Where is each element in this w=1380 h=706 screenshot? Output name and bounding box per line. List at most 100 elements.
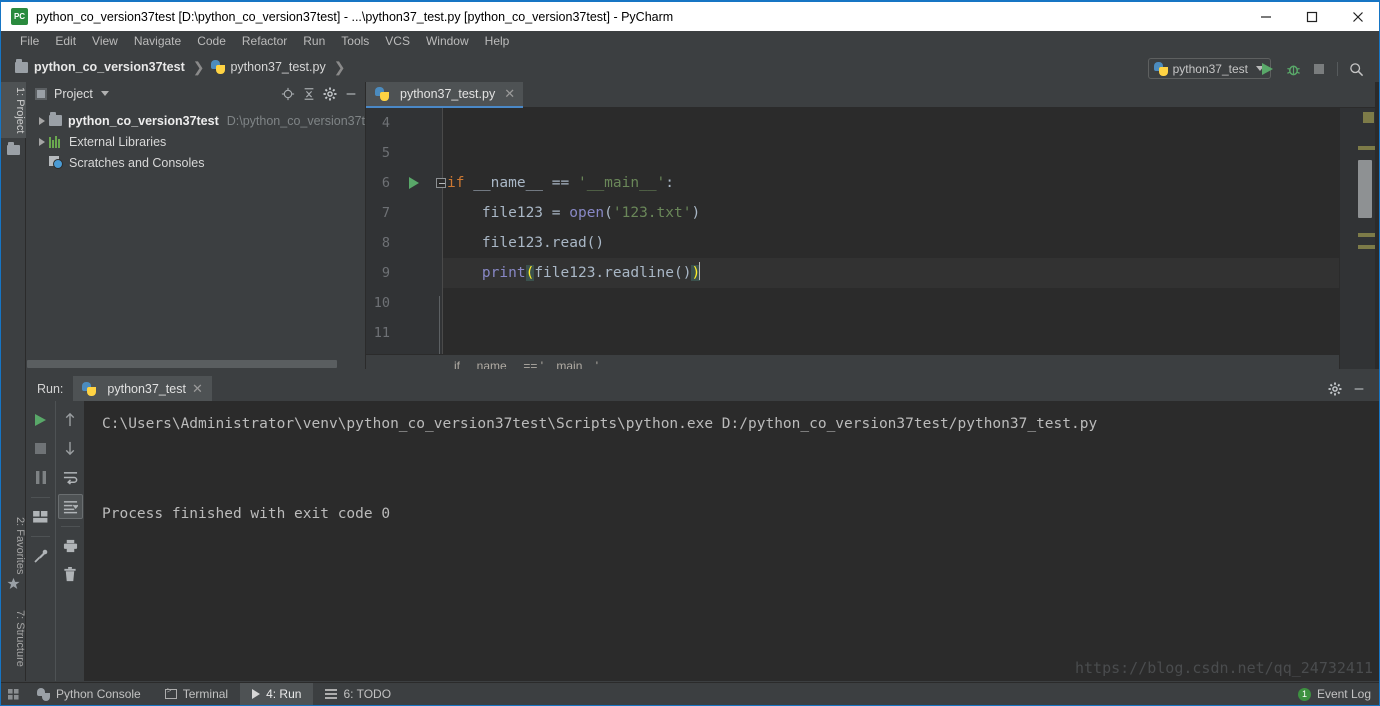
pin-tab-button[interactable]: [28, 543, 53, 568]
code-line[interactable]: [443, 318, 1339, 348]
status-item-run[interactable]: 4: Run: [240, 682, 314, 705]
run-configuration-selector[interactable]: python37_test: [1147, 58, 1271, 79]
breadcrumb-project[interactable]: python_co_version37test: [15, 58, 185, 74]
gutter-run-button[interactable]: [406, 168, 422, 198]
toolbar-separator-2: [31, 536, 50, 537]
python-icon: [37, 687, 50, 701]
menu-item-view[interactable]: View: [84, 31, 126, 52]
editor-marker-bar[interactable]: [1339, 108, 1379, 376]
sidebar-tab-project[interactable]: 1: Project: [1, 82, 26, 139]
close-icon[interactable]: [1335, 2, 1379, 31]
warning-summary-icon[interactable]: [1363, 112, 1374, 123]
menu-item-navigate[interactable]: Navigate: [126, 31, 189, 52]
arrow-up-icon: [65, 412, 75, 427]
console-result-line: Process finished with exit code 0: [102, 506, 391, 522]
grid-icon: [7, 688, 19, 700]
breadcrumb-file[interactable]: python37_test.py: [211, 60, 326, 74]
sidebar-tab-favorites[interactable]: 2: Favorites: [1, 512, 26, 579]
minimize-icon[interactable]: [1243, 2, 1289, 31]
expand-arrow-icon[interactable]: [35, 137, 49, 146]
menu-item-edit[interactable]: Edit: [47, 31, 84, 52]
print-button[interactable]: [58, 533, 83, 558]
sidebar-tab-structure[interactable]: 7: Structure: [1, 605, 26, 672]
code-line[interactable]: print(file123.readline()): [443, 258, 1339, 288]
prev-occurrence-button[interactable]: [58, 407, 83, 432]
menu-item-file[interactable]: File: [12, 31, 47, 52]
line-number: 11: [373, 325, 390, 341]
project-horizontal-scrollbar[interactable]: [26, 358, 366, 369]
code-line[interactable]: file123 = open('123.txt'): [443, 198, 1339, 228]
status-bar-toggle-icon[interactable]: [1, 688, 25, 700]
chevron-down-icon[interactable]: [100, 91, 109, 96]
scroll-from-source-button[interactable]: [278, 84, 297, 103]
event-log-label[interactable]: Event Log: [1317, 687, 1371, 701]
editor-scrollbar-thumb[interactable]: [1358, 160, 1372, 218]
warning-marker[interactable]: [1358, 146, 1375, 150]
menu-item-code[interactable]: Code: [189, 31, 234, 52]
warning-marker[interactable]: [1358, 245, 1375, 249]
code-token: (: [604, 205, 613, 221]
search-everywhere-button[interactable]: [1343, 58, 1369, 80]
debug-button[interactable]: [1280, 58, 1306, 80]
stop-button[interactable]: [1306, 58, 1332, 80]
code-line[interactable]: if __name__ == '__main__':: [443, 168, 1339, 198]
run-toolbar-left: [26, 401, 55, 681]
editor-gutter[interactable]: 4 5 6 7 8 9 10 11: [366, 108, 446, 354]
rerun-button[interactable]: [28, 407, 53, 432]
code-token: (: [525, 265, 535, 281]
settings-button[interactable]: [320, 84, 339, 103]
layout-button[interactable]: [28, 504, 53, 529]
menu-item-help[interactable]: Help: [477, 31, 518, 52]
pause-button[interactable]: [28, 465, 53, 490]
run-settings-button[interactable]: [1323, 377, 1347, 401]
menu-item-run[interactable]: Run: [295, 31, 333, 52]
code-lines[interactable]: if __name__ == '__main__': file123 = ope…: [443, 108, 1339, 354]
scroll-to-end-button[interactable]: [57, 494, 83, 519]
menu-item-vcs[interactable]: VCS: [377, 31, 418, 52]
line-number: 8: [381, 235, 390, 251]
status-bar-right: 1 Event Log: [1297, 687, 1379, 701]
code-line[interactable]: [443, 138, 1339, 168]
tree-label-external-libraries: External Libraries: [69, 134, 167, 149]
toolbar-separator: [31, 497, 50, 498]
close-icon[interactable]: ✕: [192, 381, 203, 397]
stop-button[interactable]: [28, 436, 53, 461]
expand-arrow-icon[interactable]: [35, 116, 49, 125]
status-item-terminal[interactable]: Terminal: [153, 683, 240, 706]
next-occurrence-button[interactable]: [58, 436, 83, 461]
tree-row-external-libraries[interactable]: External Libraries: [26, 131, 366, 152]
window-title: python_co_version37test [D:\python_co_ve…: [36, 9, 674, 24]
run-console-output[interactable]: C:\Users\Administrator\venv\python_co_ve…: [84, 401, 1379, 681]
hide-panel-button[interactable]: [341, 84, 360, 103]
status-item-todo[interactable]: 6: TODO: [313, 683, 403, 706]
code-line[interactable]: [443, 288, 1339, 318]
clear-all-button[interactable]: [58, 562, 83, 587]
tree-row-scratches[interactable]: Scratches and Consoles: [26, 152, 366, 173]
code-line[interactable]: [443, 108, 1339, 138]
sidebar-tab-structure-label: 7: Structure: [14, 610, 26, 667]
status-item-python-console[interactable]: Python Console: [25, 683, 153, 706]
gear-icon: [323, 87, 336, 100]
menu-item-tools[interactable]: Tools: [333, 31, 377, 52]
search-icon: [1349, 62, 1363, 76]
menu-item-refactor[interactable]: Refactor: [234, 31, 295, 52]
soft-wrap-button[interactable]: [58, 465, 83, 490]
code-editor[interactable]: 4 5 6 7 8 9 10 11 if __name__ == '__main__': fi…: [366, 108, 1339, 354]
code-token: __name__: [473, 175, 552, 191]
editor-tab-python37-test[interactable]: python37_test.py ✕: [366, 82, 524, 108]
run-tab-python37-test[interactable]: python37_test ✕: [73, 376, 212, 401]
menu-item-window[interactable]: Window: [418, 31, 477, 52]
run-button[interactable]: [1254, 58, 1280, 80]
horizontal-splitter[interactable]: [26, 369, 1379, 376]
collapse-all-button[interactable]: [299, 84, 318, 103]
hide-run-panel-button[interactable]: [1347, 377, 1371, 401]
play-icon: [35, 413, 46, 426]
maximize-icon[interactable]: [1289, 2, 1335, 31]
close-icon[interactable]: ✕: [504, 86, 515, 102]
code-line[interactable]: file123.read(): [443, 228, 1339, 258]
scrollbar-thumb[interactable]: [27, 360, 337, 368]
tab-bar-filler: [523, 82, 1379, 108]
tree-row-project[interactable]: python_co_version37test D:\python_co_ver…: [26, 110, 366, 131]
warning-marker[interactable]: [1358, 233, 1375, 237]
